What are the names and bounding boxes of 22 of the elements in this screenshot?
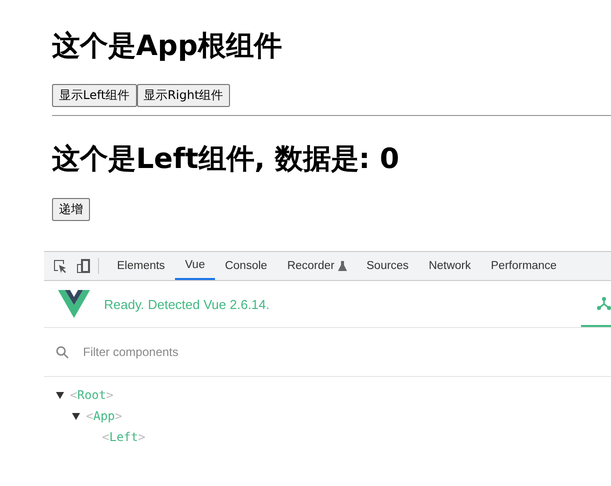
devtools-tab[interactable]: Vue [174, 252, 215, 280]
devtools-tab[interactable]: Console [214, 252, 278, 280]
devtools-tab[interactable]: Sources [356, 252, 419, 280]
devtools-tab[interactable]: Recorder [277, 252, 356, 280]
device-icon[interactable] [76, 258, 92, 274]
expand-arrow-icon[interactable] [72, 412, 80, 420]
flask-icon [338, 261, 346, 271]
page-heading: 这个是App根组件 [52, 28, 283, 64]
filter-field[interactable]: Filter components [81, 344, 285, 360]
inspect-icon[interactable] [52, 258, 68, 274]
increment-button[interactable]: 递增 [52, 198, 90, 221]
search-icon [56, 346, 69, 358]
expand-arrow-icon[interactable] [56, 390, 64, 398]
component-heading: 这个是Left组件, 数据是: 0 [52, 141, 400, 177]
devtools-tab[interactable]: Performance [480, 252, 567, 280]
toggle-button[interactable]: 显示Left组件 [52, 84, 137, 107]
vue-logo-icon [58, 290, 90, 318]
tree-icon [597, 295, 611, 311]
devtools-tab[interactable]: Network [418, 252, 481, 280]
toggle-button[interactable]: 显示Right组件 [136, 84, 230, 107]
devtools-tab[interactable]: Elements [107, 252, 175, 280]
status-message: Ready. Detected Vue 2.6.14. [104, 296, 270, 312]
